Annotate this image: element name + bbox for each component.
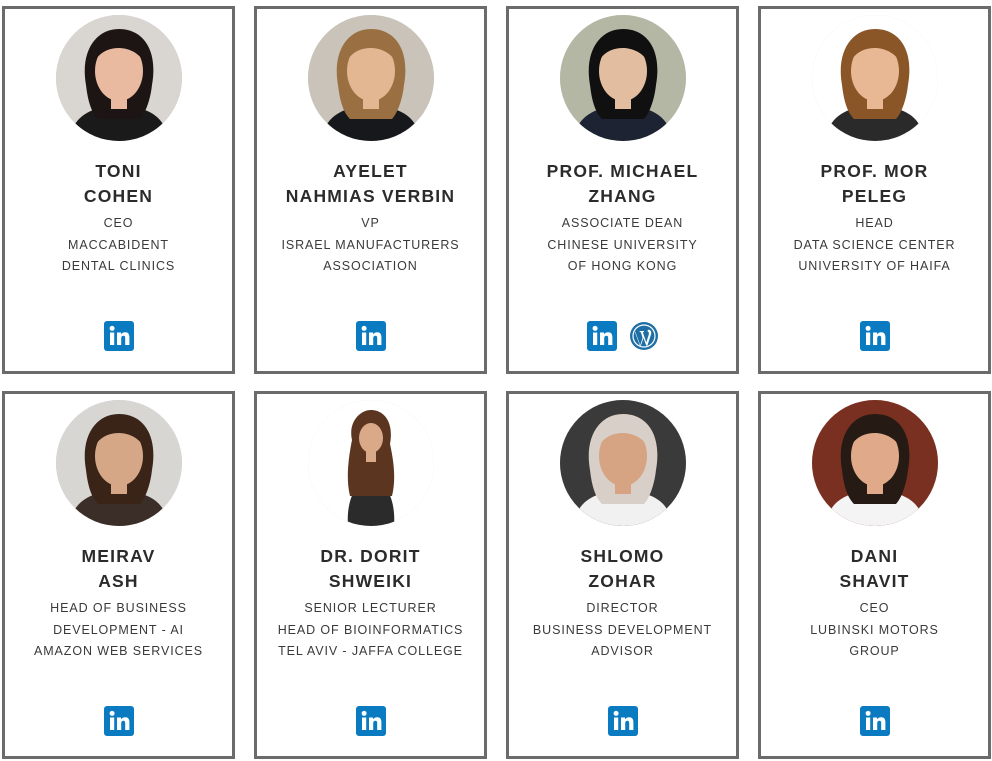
person-name-line: COHEN xyxy=(83,186,154,206)
person-info: VP ISRAEL MANUFACTURERS ASSOCIATION xyxy=(257,213,484,278)
person-name: SHLOMO ZOHAR xyxy=(509,544,736,594)
person-name-line: ASH xyxy=(98,571,139,591)
person-info-line: LUBINSKI MOTORS xyxy=(810,622,939,637)
person-name-line: DR. DORIT xyxy=(320,546,421,566)
person-card: TONI COHEN CEO MACCABIDENT DENTAL CLINICS xyxy=(2,6,235,374)
person-name-line: NAHMIAS VERBIN xyxy=(285,186,456,206)
person-info-line: DIRECTOR xyxy=(586,601,659,615)
person-info: DIRECTOR BUSINESS DEVELOPMENT ADVISOR xyxy=(509,598,736,663)
person-info-line: DENTAL CLINICS xyxy=(61,259,176,273)
person-name: PROF. MICHAEL ZHANG xyxy=(509,159,736,209)
person-photo xyxy=(559,400,686,526)
person-name-line: TONI xyxy=(95,161,142,181)
person-info-line: SENIOR LECTURER xyxy=(304,601,437,615)
person-links xyxy=(509,706,736,738)
person-name-line: AYELET xyxy=(333,161,408,181)
person-name-line: SHLOMO xyxy=(580,546,665,566)
wordpress-icon[interactable] xyxy=(629,321,659,351)
person-info-line: TEL AVIV - JAFFA COLLEGE xyxy=(278,644,463,658)
person-info-line: HEAD OF BUSINESS xyxy=(50,601,187,615)
person-photo xyxy=(307,400,434,526)
linkedin-icon[interactable] xyxy=(103,321,134,351)
person-photo xyxy=(307,15,434,141)
person-info-line: HEAD xyxy=(855,216,894,230)
linkedin-icon[interactable] xyxy=(859,706,890,736)
person-card: PROF. MICHAEL ZHANG ASSOCIATE DEAN CHINESE … xyxy=(506,6,739,374)
person-card: PROF. MOR PELEG HEAD DATA SCIENCE CENTER UNI… xyxy=(758,6,991,374)
person-name-line: MEIRAV xyxy=(81,546,156,566)
person-photo xyxy=(55,15,182,141)
person-info-line: BUSINESS DEVELOPMENT xyxy=(532,622,713,637)
person-links xyxy=(5,321,232,353)
person-info-line: ISRAEL MANUFACTURERS xyxy=(281,237,460,252)
person-info: SENIOR LECTURER HEAD OF BIOINFORMATICS TEL… xyxy=(257,598,484,663)
person-info-line: ADVISOR xyxy=(591,644,654,658)
linkedin-icon[interactable] xyxy=(355,321,386,351)
person-info: HEAD DATA SCIENCE CENTER UNIVERSITY OF HAI… xyxy=(761,213,988,278)
person-info-line: HEAD OF BIOINFORMATICS xyxy=(277,622,464,637)
person-name-line: ZOHAR xyxy=(588,571,657,591)
person-links xyxy=(5,706,232,738)
person-info-line: ASSOCIATION xyxy=(323,259,418,273)
person-links xyxy=(257,706,484,738)
person-info-line: CEO xyxy=(859,601,890,615)
person-name-line: PELEG xyxy=(841,186,908,206)
person-name-line: ZHANG xyxy=(588,186,657,206)
person-info-line: CHINESE UNIVERSITY xyxy=(547,237,698,252)
person-info: CEO LUBINSKI MOTORS GROUP xyxy=(761,598,988,663)
linkedin-icon[interactable] xyxy=(607,706,638,736)
person-name: DR. DORIT SHWEIKI xyxy=(257,544,484,594)
person-info-line: CEO xyxy=(103,216,134,230)
person-name: PROF. MOR PELEG xyxy=(761,159,988,209)
person-name: AYELET NAHMIAS VERBIN xyxy=(257,159,484,209)
person-photo xyxy=(55,400,182,526)
person-info-line: ASSOCIATE DEAN xyxy=(561,216,684,230)
linkedin-icon[interactable] xyxy=(103,706,134,736)
person-info-line: UNIVERSITY OF HAIFA xyxy=(798,259,951,273)
person-info-line: VP xyxy=(361,216,380,230)
person-photo xyxy=(811,400,938,526)
person-links xyxy=(761,706,988,738)
person-info: HEAD OF BUSINESS DEVELOPMENT - AI AMAZON W… xyxy=(5,598,232,663)
person-card: DR. DORIT SHWEIKI SENIOR LECTURER HEAD OF B… xyxy=(254,391,487,759)
person-name-line: PROF. MICHAEL xyxy=(546,161,699,181)
person-name-line: SHWEIKI xyxy=(328,571,413,591)
linkedin-icon[interactable] xyxy=(586,321,617,351)
linkedin-icon[interactable] xyxy=(859,321,890,351)
person-info-line: OF HONG KONG xyxy=(567,259,678,273)
person-info-line: DEVELOPMENT - AI xyxy=(53,622,184,637)
person-name: MEIRAV ASH xyxy=(5,544,232,594)
person-card: SHLOMO ZOHAR DIRECTOR BUSINESS DEVELOPMENT A… xyxy=(506,391,739,759)
person-card: AYELET NAHMIAS VERBIN VP ISRAEL MANUFACTURE… xyxy=(254,6,487,374)
person-info-line: DATA SCIENCE CENTER xyxy=(793,237,956,252)
person-info: CEO MACCABIDENT DENTAL CLINICS xyxy=(5,213,232,278)
person-info-line: GROUP xyxy=(849,644,900,658)
person-photo xyxy=(811,15,938,141)
person-info: ASSOCIATE DEAN CHINESE UNIVERSITY OF HONG … xyxy=(509,213,736,278)
person-info-line: AMAZON WEB SERVICES xyxy=(34,644,203,658)
person-card: DANI SHAVIT CEO LUBINSKI MOTORS GROUP xyxy=(758,391,991,759)
person-name-line: SHAVIT xyxy=(839,571,910,591)
person-links xyxy=(257,321,484,353)
person-name: TONI COHEN xyxy=(5,159,232,209)
person-card: MEIRAV ASH HEAD OF BUSINESS DEVELOPMENT - A… xyxy=(2,391,235,759)
person-name-line: DANI xyxy=(850,546,899,566)
person-photo xyxy=(559,15,686,141)
person-info-line: MACCABIDENT xyxy=(68,237,169,252)
person-name: DANI SHAVIT xyxy=(761,544,988,594)
linkedin-icon[interactable] xyxy=(355,706,386,736)
person-name-line: PROF. MOR xyxy=(820,161,929,181)
person-links xyxy=(509,321,736,353)
person-links xyxy=(761,321,988,353)
